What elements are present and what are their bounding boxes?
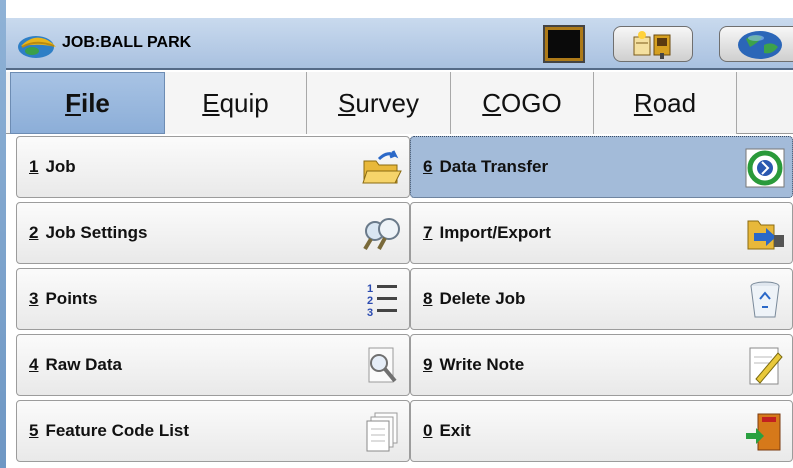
tab-survey-label: urvey: [355, 87, 419, 118]
import-export-icon: [747, 220, 784, 250]
menu-item-job-settings[interactable]: 2 Job Settings: [16, 202, 410, 264]
menu-item-number: 2: [29, 223, 39, 242]
menu-item-label: Job: [45, 157, 76, 176]
menu-item-label: Feature Code List: [45, 421, 190, 440]
tab-road[interactable]: Road: [594, 72, 737, 134]
menu-item-label: Data Transfer: [439, 157, 549, 176]
tab-cogo-label: OGO: [501, 87, 562, 118]
menu-item-number: 6: [423, 157, 433, 176]
menu-item-number: 1: [29, 157, 39, 176]
menu-item-exit[interactable]: 0 Exit: [410, 400, 793, 462]
menu-item-number: 8: [423, 289, 433, 308]
numbered-list-icon: 1 2 3: [367, 283, 397, 319]
menu-item-number: 9: [423, 355, 433, 374]
exit-door-icon: [746, 413, 781, 451]
menu-item-number: 5: [29, 421, 39, 440]
menu-item-number: 7: [423, 223, 433, 242]
menu-item-data-transfer[interactable]: 6 Data Transfer: [410, 136, 793, 198]
svg-text:3: 3: [367, 307, 373, 319]
menu-item-delete-job[interactable]: 8 Delete Job: [410, 268, 793, 330]
file-menu: 1 Job 2 Job Settings 3 Points 1 2 3 4 Ra…: [6, 134, 793, 468]
menu-item-number: 4: [29, 355, 39, 374]
tab-cogo[interactable]: C OGO: [451, 72, 594, 134]
menu-item-label: Write Note: [439, 355, 525, 374]
open-folder-icon: [362, 150, 402, 184]
tab-equip-accel: E: [202, 87, 220, 118]
tab-survey[interactable]: Survey: [307, 72, 451, 134]
svg-text:1: 1: [367, 283, 373, 295]
instrument-button[interactable]: [613, 26, 693, 62]
tab-file-accel: F: [65, 87, 81, 118]
menu-item-feature-code-list[interactable]: 5 Feature Code List: [16, 400, 410, 462]
menu-item-label: Points: [45, 289, 98, 308]
menu-item-label: Delete Job: [439, 289, 526, 308]
menu-item-import-export[interactable]: 7 Import/Export: [410, 202, 793, 264]
menu-item-raw-data[interactable]: 4 Raw Data: [16, 334, 410, 396]
job-title: JOB:BALL PARK: [62, 34, 192, 51]
tab-road-accel: R: [633, 87, 653, 118]
menu-item-label: Raw Data: [45, 355, 122, 374]
tab-bar: File Equip Survey C OGO Road: [6, 72, 793, 134]
document-stack-icon: [366, 412, 398, 452]
menu-item-label: Exit: [439, 421, 471, 440]
menu-item-label: Job Settings: [45, 223, 148, 242]
globe-button[interactable]: [719, 26, 793, 62]
instrument-icon: [633, 31, 671, 59]
menu-item-number: 0: [423, 421, 433, 440]
globe-icon: [738, 31, 782, 59]
tab-file[interactable]: File: [10, 72, 165, 134]
title-bar: JOB:BALL PARK: [6, 18, 793, 70]
tab-equip-label: quip: [219, 87, 269, 118]
search-document-icon: [368, 347, 397, 383]
svg-text:2: 2: [367, 295, 373, 307]
write-note-icon: [749, 347, 783, 385]
menu-item-write-note[interactable]: 9 Write Note: [410, 334, 793, 396]
tab-survey-accel: S: [338, 87, 356, 118]
magnifier-settings-icon: [363, 218, 400, 251]
menu-item-number: 3: [29, 289, 39, 308]
recycle-bin-icon: [750, 281, 780, 318]
battery-icon: [543, 25, 585, 63]
menu-item-points[interactable]: 3 Points 1 2 3: [16, 268, 410, 330]
tab-road-label: oad: [652, 87, 697, 118]
tab-equip[interactable]: Equip: [165, 72, 307, 134]
tab-file-label: ile: [80, 87, 110, 118]
data-transfer-icon: [745, 148, 785, 188]
hardhat-logo-icon: [18, 36, 56, 58]
menu-item-job[interactable]: 1 Job: [16, 136, 410, 198]
tab-cogo-accel: C: [482, 87, 502, 118]
menu-item-label: Import/Export: [439, 223, 551, 242]
